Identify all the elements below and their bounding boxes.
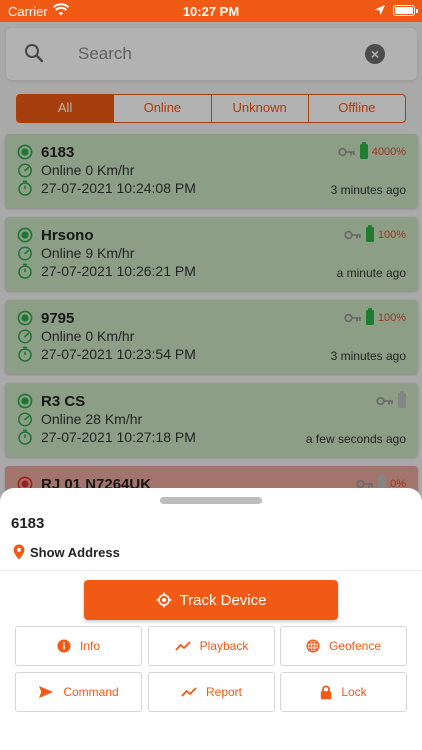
command-button[interactable]: Command bbox=[15, 672, 142, 712]
info-icon bbox=[57, 639, 71, 653]
map-pin-icon bbox=[13, 544, 25, 560]
report-button[interactable]: Report bbox=[148, 672, 275, 712]
lock-button[interactable]: Lock bbox=[280, 672, 407, 712]
crosshair-icon bbox=[156, 592, 172, 608]
track-device-label: Track Device bbox=[179, 591, 267, 609]
playback-label: Playback bbox=[199, 639, 249, 653]
geofence-label: Geofence bbox=[328, 639, 382, 653]
show-address-label: Show Address bbox=[30, 544, 120, 560]
command-label: Command bbox=[63, 685, 119, 699]
location-arrow-icon bbox=[374, 4, 386, 19]
grid-globe-icon bbox=[306, 639, 320, 653]
playback-button[interactable]: Playback bbox=[148, 626, 275, 666]
device-action-sheet: 6183 Show Address Track Device Info Play… bbox=[0, 488, 422, 750]
info-button[interactable]: Info bbox=[15, 626, 142, 666]
trend-line-icon bbox=[174, 641, 191, 651]
info-label: Info bbox=[79, 639, 100, 653]
trend-line-icon bbox=[181, 687, 197, 697]
sheet-device-name: 6183 bbox=[11, 515, 45, 532]
lock-label: Lock bbox=[341, 685, 367, 699]
battery-icon bbox=[393, 5, 418, 16]
divider bbox=[0, 570, 422, 571]
report-label: Report bbox=[205, 685, 243, 699]
send-icon bbox=[39, 686, 54, 698]
clock: 10:27 PM bbox=[182, 4, 240, 19]
sheet-drag-handle[interactable] bbox=[160, 497, 262, 504]
geofence-button[interactable]: Geofence bbox=[280, 626, 407, 666]
track-device-button[interactable]: Track Device bbox=[84, 580, 338, 620]
lock-icon bbox=[321, 685, 332, 699]
show-address-link[interactable]: Show Address bbox=[13, 544, 120, 560]
status-bar: Carrier 10:27 PM bbox=[0, 0, 422, 22]
